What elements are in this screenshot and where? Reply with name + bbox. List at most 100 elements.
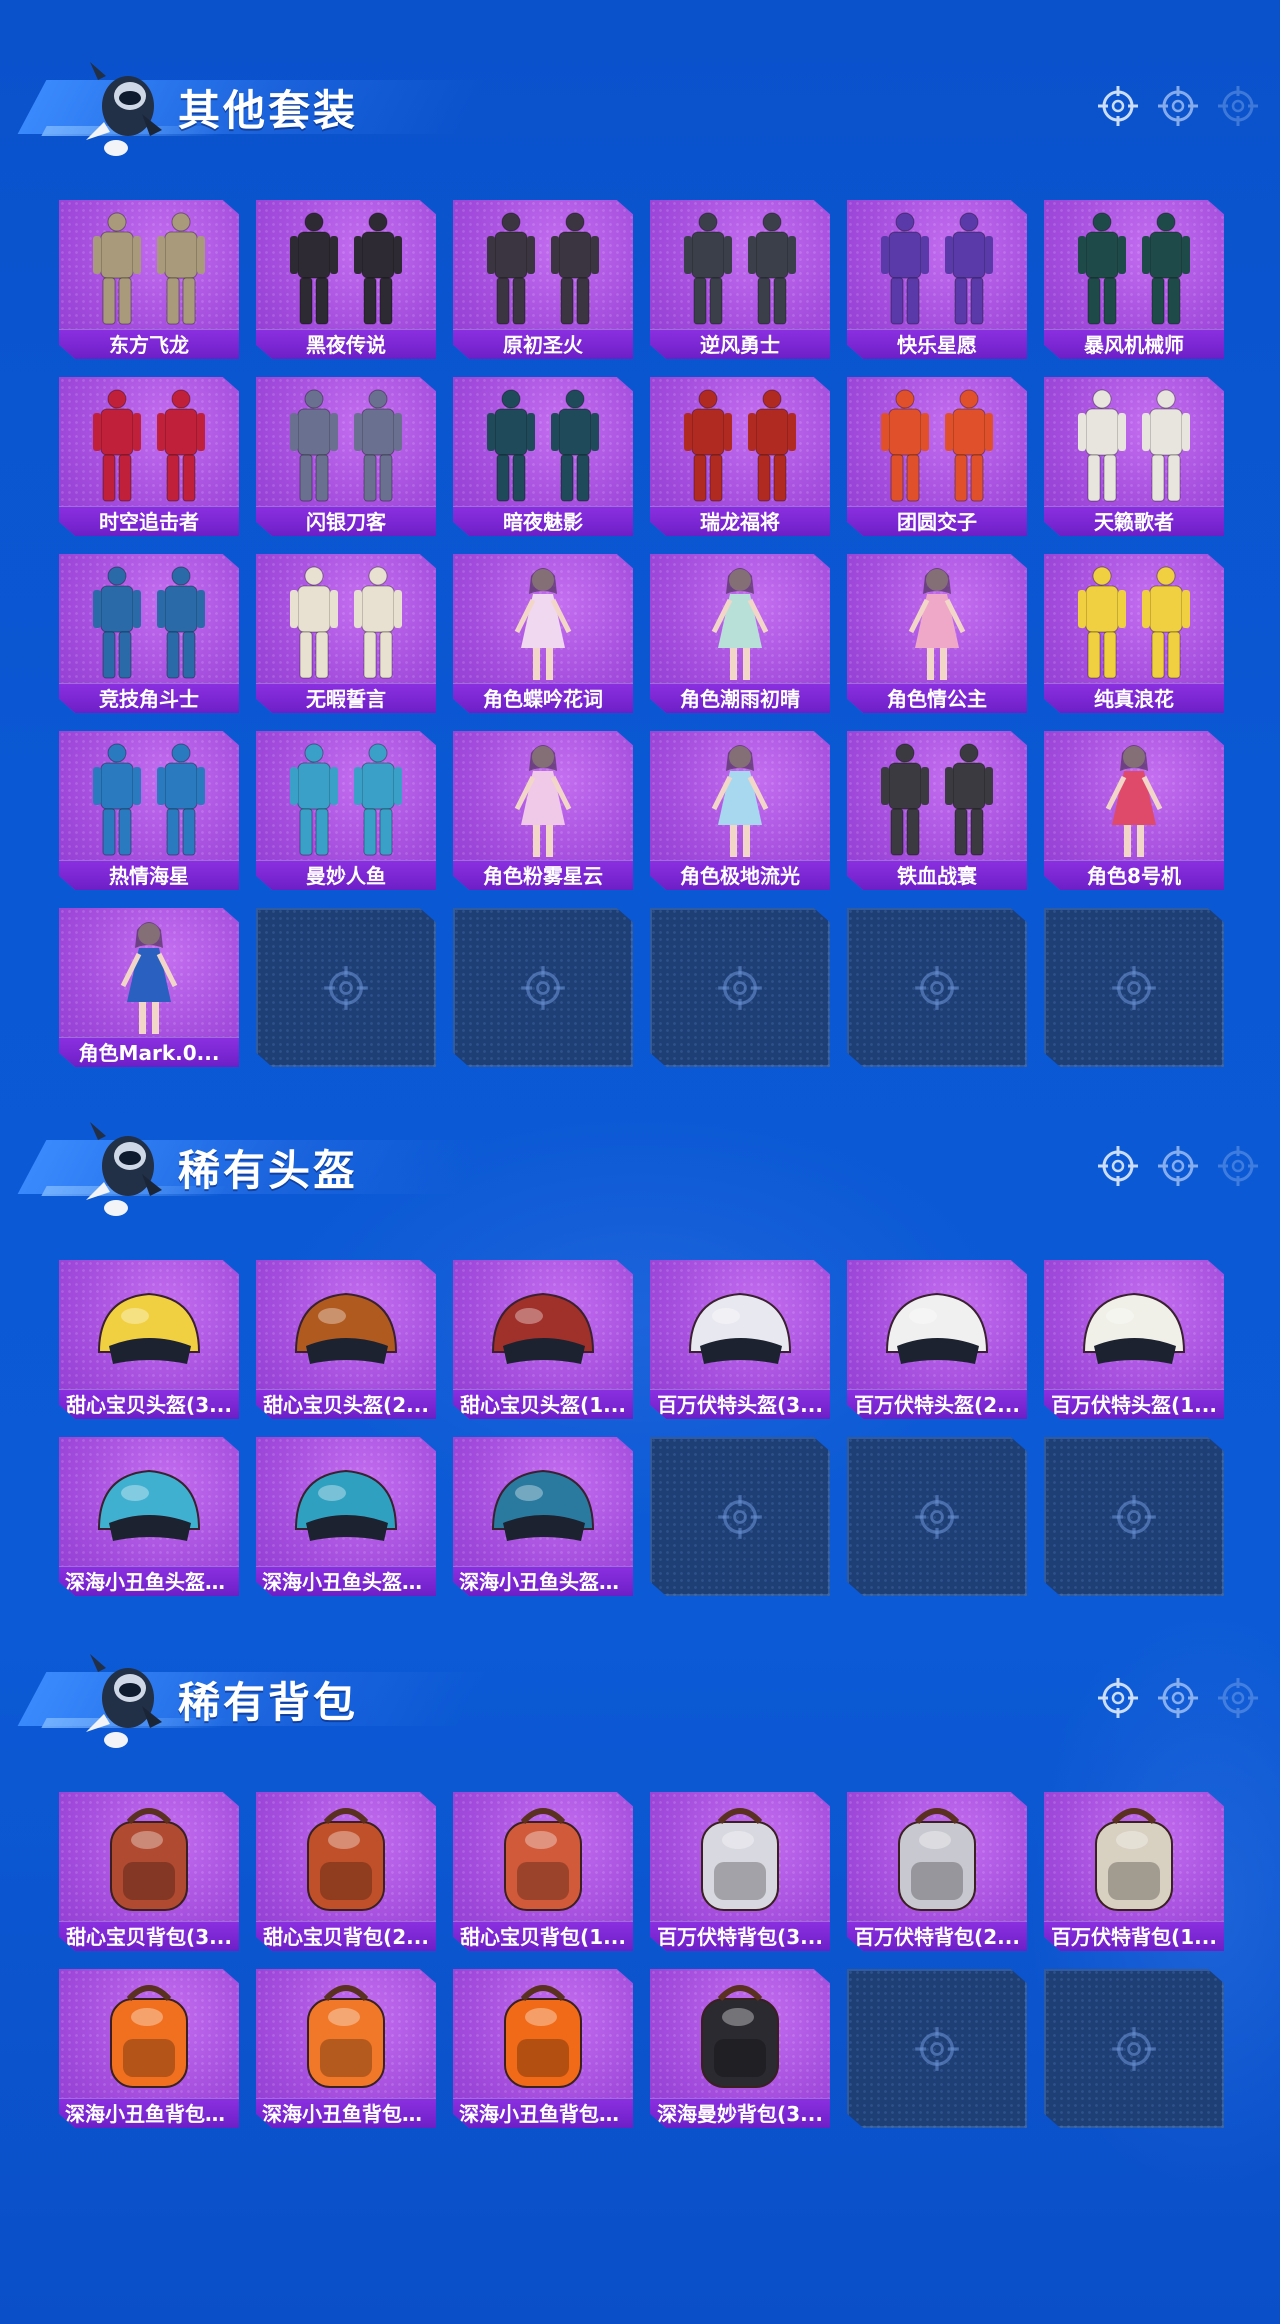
backpack-icon (701, 1808, 779, 1911)
item-card[interactable]: 天籁歌者 (1044, 377, 1224, 536)
item-card[interactable]: 甜心宝贝头盔(3... (59, 1260, 239, 1419)
item-card[interactable]: 团圆交子 (847, 377, 1027, 536)
item-card[interactable]: 角色情公主 (847, 554, 1027, 713)
character-icon (711, 745, 769, 857)
item-label: 角色Mark.0... (59, 1037, 239, 1067)
item-card[interactable]: 角色粉雾星云 (453, 731, 633, 890)
helmet-icon (97, 1469, 201, 1541)
item-card[interactable]: 百万伏特头盔(3... (650, 1260, 830, 1419)
item-card[interactable]: 甜心宝贝头盔(2... (256, 1260, 436, 1419)
item-label: 角色情公主 (847, 683, 1027, 713)
backpack-icon (898, 1808, 976, 1911)
item-card[interactable]: 竞技角斗士 (59, 554, 239, 713)
item-card[interactable]: 角色Mark.0... (59, 908, 239, 1067)
backpack-icon (701, 1985, 779, 2088)
crosshair-placeholder-icon (915, 2027, 959, 2071)
item-label: 甜心宝贝头盔(3... (59, 1389, 239, 1419)
character-icon (514, 745, 572, 857)
item-card[interactable]: 暗夜魅影 (453, 377, 633, 536)
item-card[interactable]: 快乐星愿 (847, 200, 1027, 359)
character-icon (514, 568, 572, 680)
item-card[interactable]: 角色极地流光 (650, 731, 830, 890)
item-card[interactable]: 黑夜传说 (256, 200, 436, 359)
character-icon (1105, 745, 1163, 857)
section-rare-helmets: 稀有头盔 甜心宝贝头盔(3... 甜心宝贝头盔(2... 甜心宝贝头盔(1... 百万… (0, 1112, 1280, 1632)
section-title: 其他套装 (178, 86, 359, 135)
outfit-icon (290, 389, 402, 502)
empty-slot (1044, 1969, 1224, 2128)
outfit-icon (1078, 566, 1190, 679)
item-card[interactable]: 逆风勇士 (650, 200, 830, 359)
outfit-icon (93, 389, 205, 502)
item-card[interactable]: 曼妙人鱼 (256, 731, 436, 890)
item-label: 甜心宝贝头盔(1... (453, 1389, 633, 1419)
item-card[interactable]: 甜心宝贝头盔(1... (453, 1260, 633, 1419)
item-label: 竞技角斗士 (59, 683, 239, 713)
empty-slot (650, 908, 830, 1067)
backpack-icon (307, 1985, 385, 2088)
crosshair-placeholder-icon (521, 966, 565, 1010)
backpack-icon (504, 1808, 582, 1911)
item-card[interactable]: 深海小丑鱼头盔(... (453, 1437, 633, 1596)
section-header: 稀有头盔 (17, 1112, 1264, 1222)
helmet-icon (885, 1292, 989, 1364)
item-card[interactable]: 深海小丑鱼背包(... (59, 1969, 239, 2128)
helmet-icon (688, 1292, 792, 1364)
item-card[interactable]: 瑞龙福将 (650, 377, 830, 536)
item-card[interactable]: 角色8号机 (1044, 731, 1224, 890)
crosshair-icon (1098, 86, 1138, 126)
item-card[interactable]: 深海小丑鱼背包(... (256, 1969, 436, 2128)
item-card[interactable]: 甜心宝贝背包(1... (453, 1792, 633, 1951)
item-label: 东方飞龙 (59, 329, 239, 359)
item-card[interactable]: 暴风机械师 (1044, 200, 1224, 359)
item-label: 深海小丑鱼背包(... (59, 2098, 239, 2128)
item-label: 百万伏特头盔(3... (650, 1389, 830, 1419)
item-label: 百万伏特背包(1... (1044, 1921, 1224, 1951)
item-card[interactable]: 甜心宝贝背包(2... (256, 1792, 436, 1951)
item-card[interactable]: 闪银刀客 (256, 377, 436, 536)
item-label: 曼妙人鱼 (256, 860, 436, 890)
item-card[interactable]: 时空追击者 (59, 377, 239, 536)
item-card[interactable]: 原初圣火 (453, 200, 633, 359)
item-label: 甜心宝贝背包(2... (256, 1921, 436, 1951)
item-label: 角色8号机 (1044, 860, 1224, 890)
item-card[interactable]: 深海小丑鱼头盔(... (59, 1437, 239, 1596)
outfit-icon (487, 212, 599, 325)
item-label: 角色蝶吟花词 (453, 683, 633, 713)
empty-slot (1044, 908, 1224, 1067)
item-card[interactable]: 东方飞龙 (59, 200, 239, 359)
item-card[interactable]: 深海小丑鱼背包(... (453, 1969, 633, 2128)
item-label: 天籁歌者 (1044, 506, 1224, 536)
item-card[interactable]: 深海曼妙背包(3... (650, 1969, 830, 2128)
item-card[interactable]: 百万伏特头盔(1... (1044, 1260, 1224, 1419)
item-card[interactable]: 热情海星 (59, 731, 239, 890)
backpack-icon (504, 1985, 582, 2088)
outfit-icon (93, 743, 205, 856)
outfit-icon (684, 389, 796, 502)
item-card[interactable]: 无暇誓言 (256, 554, 436, 713)
item-card[interactable]: 深海小丑鱼头盔(... (256, 1437, 436, 1596)
item-label: 甜心宝贝头盔(2... (256, 1389, 436, 1419)
item-card[interactable]: 百万伏特头盔(2... (847, 1260, 1027, 1419)
item-card[interactable]: 铁血战寰 (847, 731, 1027, 890)
outfit-icon (290, 743, 402, 856)
empty-slot (847, 1437, 1027, 1596)
outfit-icon (1078, 212, 1190, 325)
item-card[interactable]: 纯真浪花 (1044, 554, 1224, 713)
item-card[interactable]: 百万伏特背包(2... (847, 1792, 1027, 1951)
outfit-icon (93, 212, 205, 325)
item-card[interactable]: 角色蝶吟花词 (453, 554, 633, 713)
outfit-icon (487, 389, 599, 502)
item-label: 百万伏特头盔(1... (1044, 1389, 1224, 1419)
crosshair-placeholder-icon (1112, 2027, 1156, 2071)
item-card[interactable]: 甜心宝贝背包(3... (59, 1792, 239, 1951)
item-label: 逆风勇士 (650, 329, 830, 359)
crosshair-placeholder-icon (324, 966, 368, 1010)
outfit-icon (881, 743, 993, 856)
section-title: 稀有背包 (178, 1678, 359, 1727)
crosshair-icon (1218, 1146, 1258, 1186)
item-card[interactable]: 百万伏特背包(1... (1044, 1792, 1224, 1951)
item-card[interactable]: 角色潮雨初晴 (650, 554, 830, 713)
item-card[interactable]: 百万伏特背包(3... (650, 1792, 830, 1951)
crosshair-placeholder-icon (718, 1495, 762, 1539)
